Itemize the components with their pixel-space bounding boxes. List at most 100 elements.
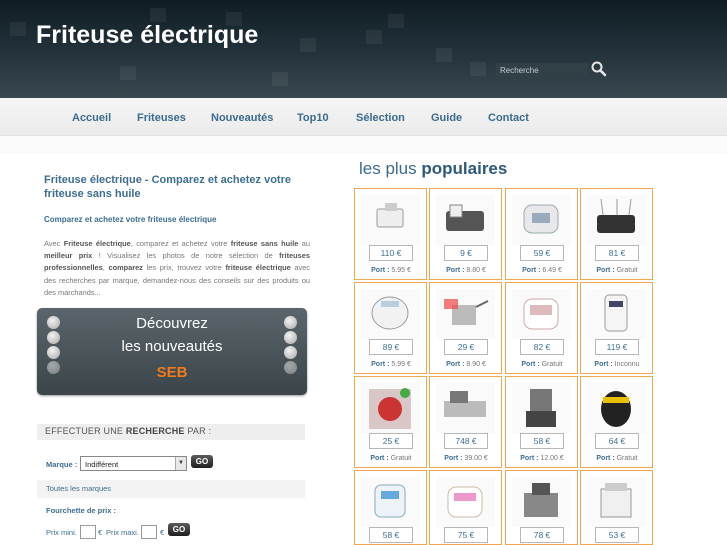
product-card[interactable]: 78 € [505, 470, 578, 545]
product-card[interactable]: 81 € Port : Gratuit [580, 188, 653, 280]
product-price[interactable]: 25 € [369, 433, 413, 449]
intro-text-part: au [298, 239, 310, 248]
product-image[interactable] [436, 289, 495, 339]
product-price[interactable]: 64 € [595, 433, 639, 449]
magnifier-icon [591, 61, 607, 77]
header-decoration [388, 14, 404, 28]
product-image[interactable] [436, 383, 495, 433]
product-card[interactable]: 119 € Port : Inconnu [580, 282, 653, 374]
product-card[interactable]: 748 € Port : 39.00 € [429, 376, 502, 468]
shipping-cost: 8.80 € [466, 267, 486, 274]
euro-sign: € [160, 528, 165, 537]
site-title[interactable]: Friteuse électrique [36, 21, 258, 50]
product-shipping: Port : 8.80 € [430, 267, 502, 274]
main-nav: Accueil Friteuses Nouveautés Top10 Sélec… [0, 98, 727, 136]
nav-item-top10[interactable]: Top10 [297, 112, 329, 124]
max-price-input[interactable] [141, 525, 157, 539]
intro-keyword: comparez [108, 263, 143, 273]
product-image[interactable] [436, 477, 495, 527]
product-shipping: Port : 5.99 € [355, 361, 427, 368]
product-shipping: Port : 8.90 € [430, 361, 502, 368]
product-card[interactable]: 89 € Port : 5.99 € [354, 282, 427, 374]
header-decoration [366, 30, 382, 44]
product-shipping: Port : 12.00 € [506, 455, 578, 462]
nav-item-contact[interactable]: Contact [488, 112, 529, 124]
min-price-input[interactable] [80, 525, 96, 539]
search-button[interactable] [590, 60, 608, 78]
product-price[interactable]: 53 € [595, 527, 639, 543]
nav-item-friteuses[interactable]: Friteuses [137, 112, 186, 124]
product-image[interactable] [361, 195, 420, 245]
header-decoration [10, 22, 26, 36]
product-price[interactable]: 110 € [369, 245, 413, 261]
intro-keyword: Friteuse électrique [63, 239, 131, 248]
price-go-button[interactable]: GO [168, 523, 190, 536]
nav-item-selection[interactable]: Sélection [356, 112, 405, 124]
product-card[interactable]: 64 € Port : Gratuit [580, 376, 653, 468]
product-card[interactable]: 9 € Port : 8.80 € [429, 188, 502, 280]
shipping-cost: 8.90 € [466, 361, 486, 368]
product-image[interactable] [587, 383, 646, 433]
product-card[interactable]: 110 € Port : 5.95 € [354, 188, 427, 280]
product-image[interactable] [361, 477, 420, 527]
product-card[interactable]: 59 € Port : 6.49 € [505, 188, 578, 280]
nav-item-guide[interactable]: Guide [431, 112, 462, 124]
product-card[interactable]: 58 € [354, 470, 427, 545]
product-card[interactable]: 53 € [580, 470, 653, 545]
all-brands-link[interactable]: Toutes les marques [37, 480, 305, 498]
product-price[interactable]: 9 € [444, 245, 488, 261]
product-image[interactable] [512, 289, 571, 339]
product-image[interactable] [587, 195, 646, 245]
search-input[interactable] [496, 63, 588, 78]
intro-title: Friteuse électrique - Comparez et achete… [44, 174, 291, 200]
nav-item-nouveautes[interactable]: Nouveautés [211, 112, 273, 124]
product-card[interactable]: 75 € [429, 470, 502, 545]
product-image[interactable] [361, 383, 420, 433]
popular-title: les plus populaires [359, 159, 507, 179]
header-decoration [470, 62, 486, 76]
product-card[interactable]: 58 € Port : 12.00 € [505, 376, 578, 468]
product-shipping: Port : Inconnu [581, 361, 653, 368]
product-price[interactable]: 119 € [595, 339, 639, 355]
product-image[interactable] [512, 383, 571, 433]
product-image[interactable] [512, 195, 571, 245]
chevron-down-icon[interactable]: ▼ [175, 457, 186, 470]
brand-select[interactable]: Indifférent [80, 456, 187, 471]
product-image[interactable] [587, 289, 646, 339]
product-price[interactable]: 82 € [520, 339, 564, 355]
new-products-banner[interactable]: Découvrez les nouveautés SEB [37, 308, 307, 395]
product-price[interactable]: 58 € [369, 527, 413, 543]
popular-title-bold: populaires [421, 159, 508, 178]
shipping-label: Port : [371, 361, 390, 368]
product-price[interactable]: 75 € [444, 527, 488, 543]
product-image[interactable] [436, 195, 495, 245]
product-image[interactable] [587, 477, 646, 527]
product-card[interactable]: 82 € Port : Gratuit [505, 282, 578, 374]
shipping-label: Port : [370, 455, 389, 462]
search-heading-prefix: EFFECTUER UNE [45, 426, 126, 436]
product-image[interactable] [512, 477, 571, 527]
search-heading: EFFECTUER UNE RECHERCHE PAR : [37, 424, 305, 440]
all-brands-label: Toutes les marques [46, 484, 112, 493]
product-price[interactable]: 89 € [369, 339, 413, 355]
intro-keyword: friteuse électrique [225, 263, 291, 273]
site-header: Friteuse électrique [0, 0, 727, 98]
product-price[interactable]: 81 € [595, 245, 639, 261]
brand-go-button[interactable]: GO [191, 455, 213, 468]
product-price[interactable]: 78 € [520, 527, 564, 543]
product-price[interactable]: 748 € [444, 433, 488, 449]
intro-keyword: meilleur prix [44, 251, 93, 261]
product-card[interactable]: 25 € Port : Gratuit [354, 376, 427, 468]
banner-brand: SEB [156, 364, 188, 381]
shipping-cost: Gratuit [541, 361, 563, 368]
product-card[interactable]: 29 € Port : 8.90 € [429, 282, 502, 374]
product-price[interactable]: 58 € [520, 433, 564, 449]
product-image[interactable] [361, 289, 420, 339]
shipping-cost: 39.00 € [464, 455, 488, 462]
shipping-label: Port : [446, 267, 465, 274]
nav-item-accueil[interactable]: Accueil [72, 112, 111, 124]
product-shipping: Port : Gratuit [355, 455, 427, 462]
product-price[interactable]: 59 € [520, 245, 564, 261]
max-price-label: Prix maxi. [106, 528, 139, 537]
product-price[interactable]: 29 € [444, 339, 488, 355]
